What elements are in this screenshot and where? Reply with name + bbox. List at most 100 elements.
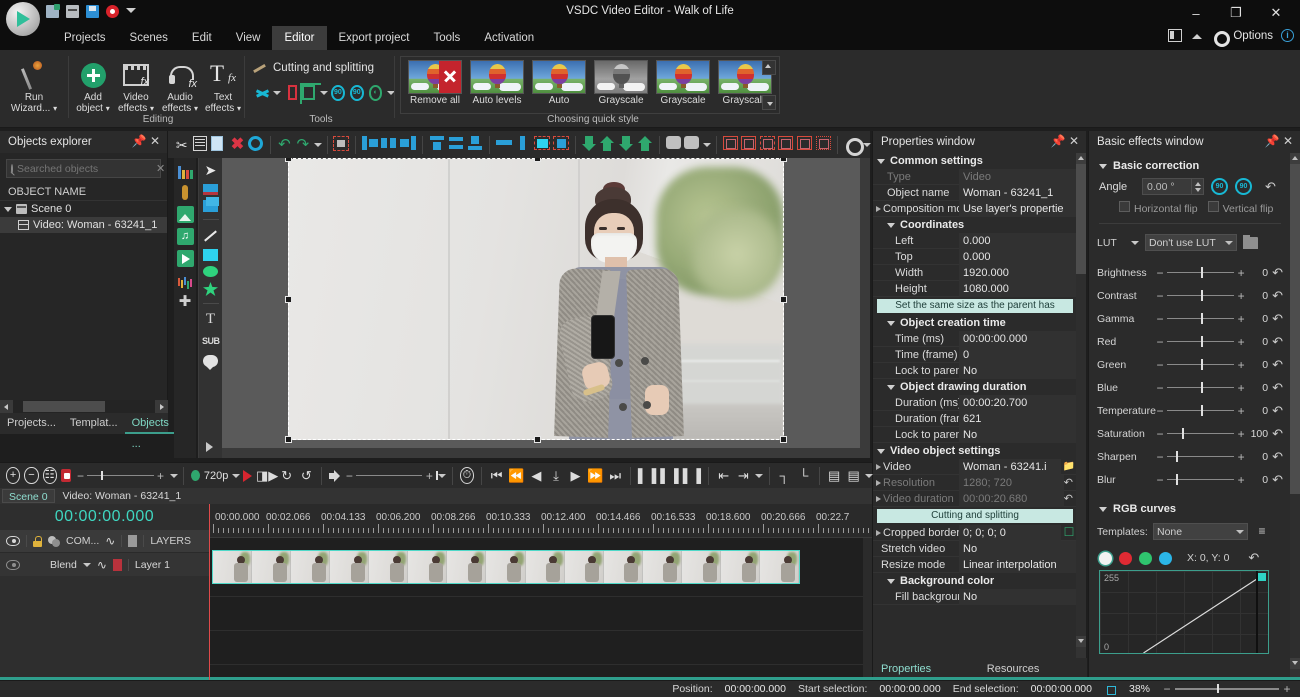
resize-handle-sw[interactable] bbox=[285, 436, 292, 443]
decrement-icon[interactable]: − bbox=[1155, 381, 1165, 395]
menu-scenes[interactable]: Scenes bbox=[118, 26, 180, 50]
skip-start-icon[interactable]: ⏮ bbox=[489, 466, 505, 485]
close-icon[interactable]: ✕ bbox=[1280, 134, 1296, 150]
menu-view[interactable]: View bbox=[224, 26, 273, 50]
cutting-and-splitting-button[interactable]: Cutting and splitting bbox=[877, 509, 1073, 523]
cutting-and-splitting-button[interactable]: Cutting and splitting bbox=[273, 62, 374, 74]
channel-green-icon[interactable] bbox=[1139, 552, 1152, 565]
property-row-fill-background[interactable]: Fill background No bbox=[873, 589, 1077, 605]
property-value[interactable]: 0 bbox=[959, 347, 1077, 363]
preview-quality-dropdown-icon[interactable] bbox=[232, 472, 239, 480]
layer-record-icon[interactable] bbox=[113, 559, 122, 571]
slider-temperature[interactable]: Temperature − + 0 ↶ bbox=[1097, 399, 1283, 422]
text-effects-button[interactable]: Tfx Texteffects ▾ bbox=[202, 54, 244, 114]
collapse-triangle-icon[interactable] bbox=[877, 449, 885, 454]
align-right-icon[interactable] bbox=[400, 136, 416, 154]
slider-track[interactable] bbox=[1167, 456, 1234, 458]
close-button[interactable]: ✕ bbox=[1256, 0, 1296, 26]
browse-icon[interactable]: 📁 bbox=[1061, 459, 1077, 475]
lock-icon[interactable] bbox=[33, 536, 42, 547]
slider-blue[interactable]: Blue − + 0 ↶ bbox=[1097, 376, 1283, 399]
property-value[interactable]: Linear interpolation bbox=[959, 557, 1077, 573]
property-value[interactable]: 1080.000 bbox=[959, 281, 1077, 297]
rotate-ccw-icon[interactable]: ↺ bbox=[299, 466, 315, 485]
volume-dropdown-icon[interactable] bbox=[438, 472, 445, 480]
group-icon[interactable] bbox=[666, 136, 682, 154]
resize-handle-se[interactable] bbox=[780, 436, 787, 443]
layer-name[interactable]: Layer 1 bbox=[135, 559, 170, 571]
reset-icon[interactable]: ↶ bbox=[1064, 492, 1073, 505]
menu-projects[interactable]: Projects bbox=[52, 26, 118, 50]
group-dropdown-icon[interactable] bbox=[703, 141, 710, 149]
channel-blue-icon[interactable] bbox=[1159, 552, 1172, 565]
property-value[interactable]: 0.000 bbox=[959, 249, 1077, 265]
pointer-icon[interactable]: ➤ bbox=[202, 162, 219, 179]
crop-tool-icon[interactable] bbox=[302, 85, 315, 100]
scroll-down-icon[interactable] bbox=[1290, 658, 1300, 669]
increment-icon[interactable]: + bbox=[1236, 381, 1246, 395]
slider-knob[interactable] bbox=[1201, 267, 1203, 278]
slider-track[interactable] bbox=[1167, 387, 1234, 389]
selection-bounding-box[interactable] bbox=[288, 158, 784, 440]
reset-icon[interactable]: ↶ bbox=[1272, 426, 1283, 442]
image-icon[interactable] bbox=[177, 206, 194, 223]
slider-knob[interactable] bbox=[1201, 359, 1203, 370]
quick-style-grayscale-1[interactable]: Grayscale bbox=[591, 60, 651, 106]
slider-knob[interactable] bbox=[1201, 382, 1203, 393]
slider-red[interactable]: Red − + 0 ↶ bbox=[1097, 330, 1283, 353]
decrement-icon[interactable]: − bbox=[1155, 427, 1165, 441]
canvas-vertical-scrollbar[interactable] bbox=[860, 158, 870, 458]
crop-right-icon[interactable]: ▤ bbox=[846, 466, 862, 485]
send-backward-icon[interactable] bbox=[600, 136, 616, 154]
slider-saturation[interactable]: Saturation − + 100 ↶ bbox=[1097, 422, 1283, 445]
video-effects-button[interactable]: fx Videoeffects ▾ bbox=[114, 54, 158, 114]
paste-icon[interactable] bbox=[211, 136, 227, 154]
more-tools-icon[interactable] bbox=[206, 442, 213, 452]
scrollbar-thumb[interactable] bbox=[1290, 164, 1300, 494]
property-row-video[interactable]: Video Woman - 63241.i 📁 bbox=[873, 459, 1077, 475]
ribbon-display-icon[interactable] bbox=[1168, 29, 1182, 42]
property-value[interactable]: Use layer's propertie bbox=[959, 201, 1077, 217]
save-template-icon[interactable]: ≡ bbox=[1254, 524, 1270, 540]
increment-icon[interactable]: + bbox=[1236, 473, 1246, 487]
close-icon[interactable]: ✕ bbox=[147, 134, 163, 150]
menu-tools[interactable]: Tools bbox=[421, 26, 472, 50]
resize-handle-nw[interactable] bbox=[285, 158, 292, 162]
collapse-triangle-icon[interactable] bbox=[1099, 507, 1107, 512]
scroll-right-icon[interactable] bbox=[155, 400, 168, 413]
resize-handle-s[interactable] bbox=[534, 436, 541, 443]
property-row-lock-to-parent-duration[interactable]: Lock to parent ‹ No bbox=[873, 427, 1077, 443]
property-value[interactable]: Woman - 63241.i bbox=[959, 459, 1061, 475]
fast-forward-icon[interactable]: ⏩ bbox=[587, 466, 603, 485]
collapse-ribbon-icon[interactable] bbox=[1190, 29, 1204, 42]
reset-icon[interactable]: ↶ bbox=[1272, 472, 1283, 488]
restore-button[interactable]: ❐ bbox=[1216, 0, 1256, 26]
slider-knob[interactable] bbox=[1201, 313, 1203, 324]
set-same-size-as-parent-button[interactable]: Set the same size as the parent has bbox=[877, 299, 1073, 313]
rulers-icon[interactable] bbox=[760, 136, 776, 154]
expand-triangle-icon[interactable] bbox=[876, 464, 881, 470]
align-bottom-icon[interactable] bbox=[467, 136, 483, 154]
section-rgb-curves[interactable]: RGB curves bbox=[1099, 503, 1283, 515]
increment-icon[interactable]: + bbox=[1236, 266, 1246, 280]
quick-style-auto[interactable]: Auto bbox=[529, 60, 589, 106]
cut-tool-icon[interactable] bbox=[288, 85, 296, 100]
tab-templates[interactable]: Templat... bbox=[63, 413, 125, 434]
text-icon[interactable]: T bbox=[202, 311, 219, 328]
guides-icon[interactable] bbox=[778, 136, 794, 154]
tree-item-scene-0[interactable]: Scene 0 bbox=[0, 201, 167, 217]
waveform-icon[interactable]: ∿ bbox=[105, 534, 115, 548]
callout-icon[interactable] bbox=[203, 355, 218, 367]
align-top-icon[interactable] bbox=[429, 136, 445, 154]
settings-icon[interactable] bbox=[844, 136, 860, 154]
fit-timeline-icon[interactable]: ☷ bbox=[43, 467, 57, 484]
audio-effects-button[interactable]: fx Audioeffects ▾ bbox=[158, 54, 202, 114]
property-value[interactable]: No bbox=[959, 363, 1077, 379]
split-icon[interactable]: ▌▐ bbox=[638, 466, 656, 485]
property-row-time-ms[interactable]: Time (ms) 00:00:00.000 bbox=[873, 331, 1077, 347]
expand-triangle-icon[interactable] bbox=[876, 496, 881, 502]
timeline-tab-video-object[interactable]: Video: Woman - 63241_1 bbox=[55, 490, 190, 502]
gear-icon[interactable] bbox=[1212, 29, 1225, 42]
timeline-lanes[interactable] bbox=[209, 538, 872, 680]
quick-style-grayscale-2[interactable]: Grayscale bbox=[653, 60, 713, 106]
